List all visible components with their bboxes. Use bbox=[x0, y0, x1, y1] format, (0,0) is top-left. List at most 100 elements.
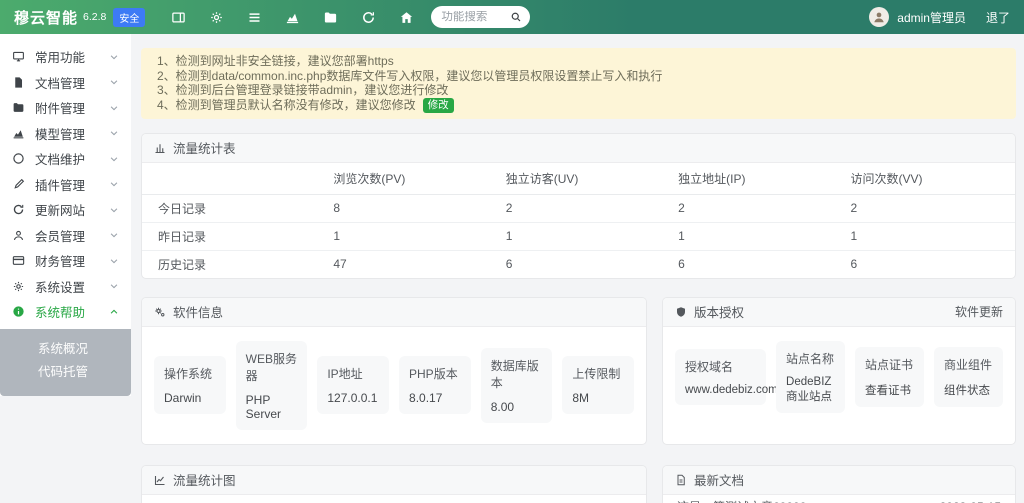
sidebar-item-label: 系统设置 bbox=[35, 277, 85, 296]
sidebar-subitem-system-overview[interactable]: 系统概况 bbox=[0, 338, 131, 362]
license-header: 版本授权 软件更新 bbox=[663, 298, 1015, 327]
info-card: WEB服务器 PHP Server bbox=[236, 341, 308, 430]
sidebar-item-plugin-management[interactable]: 插件管理 bbox=[0, 172, 131, 198]
info-card: IP地址 127.0.0.1 bbox=[317, 356, 389, 414]
fix-button[interactable]: 修改 bbox=[423, 98, 454, 113]
gears-icon bbox=[154, 306, 166, 318]
sidebar-item-member-management[interactable]: 会员管理 bbox=[0, 223, 131, 249]
card-value: Darwin bbox=[164, 391, 216, 405]
function-search bbox=[431, 6, 530, 28]
cell-value: 8 bbox=[325, 194, 497, 222]
card-label: 操作系统 bbox=[164, 365, 216, 382]
card-label: 授权域名 bbox=[685, 358, 756, 375]
sidebar-item-attachment-management[interactable]: 附件管理 bbox=[0, 95, 131, 121]
logout-button[interactable]: 退了 bbox=[986, 9, 1010, 26]
sidebar-item-label: 插件管理 bbox=[35, 175, 85, 194]
cell-value: 6 bbox=[843, 250, 1015, 278]
latest-docs-panel: 最新文档 这是一篇测试文章60000 2023-05-15 这是一篇测试文章59… bbox=[662, 465, 1016, 503]
refresh-icon[interactable] bbox=[361, 10, 376, 25]
traffic-chart-body: 2520 bbox=[142, 495, 646, 503]
col-pv: 浏览次数(PV) bbox=[325, 163, 497, 195]
row-label: 今日记录 bbox=[142, 194, 325, 222]
sidebar-item-label: 文档维护 bbox=[35, 149, 85, 168]
sidebar-item-update-site[interactable]: 更新网站 bbox=[0, 197, 131, 223]
user-icon bbox=[12, 229, 25, 242]
chevron-down-icon bbox=[109, 179, 119, 189]
license-card: 授权域名 www.dedebiz.com bbox=[675, 349, 766, 405]
sidebar-item-system-settings[interactable]: 系统设置 bbox=[0, 274, 131, 300]
panel-title: 版本授权 bbox=[694, 302, 744, 321]
doc-title-link[interactable]: 这是一篇测试文章60000 bbox=[677, 498, 806, 503]
settings-icon[interactable] bbox=[209, 10, 224, 25]
card-value: PHP Server bbox=[246, 393, 298, 421]
sidebar-item-label: 模型管理 bbox=[35, 124, 85, 143]
latest-docs-list: 这是一篇测试文章60000 2023-05-15 这是一篇测试文章59999 2… bbox=[663, 495, 1015, 503]
credit-card-icon bbox=[12, 254, 25, 267]
shield-icon bbox=[675, 306, 687, 318]
sidebar-item-common-functions[interactable]: 常用功能 bbox=[0, 44, 131, 70]
software-update-link[interactable]: 软件更新 bbox=[955, 303, 1003, 320]
username-label[interactable]: admin管理员 bbox=[897, 9, 966, 26]
card-label: WEB服务器 bbox=[246, 350, 298, 384]
system-help-submenu: 系统概况 代码托管 bbox=[0, 329, 131, 396]
search-icon[interactable] bbox=[510, 11, 522, 23]
panel-toggle-icon[interactable] bbox=[171, 10, 186, 25]
card-label: 数据库版本 bbox=[491, 357, 543, 391]
software-info-panel: 软件信息 操作系统 Darwin WEB服务器 PHP Server IP地址 … bbox=[141, 297, 647, 445]
chevron-down-icon bbox=[109, 52, 119, 62]
sidebar-item-document-maintenance[interactable]: 文档维护 bbox=[0, 146, 131, 172]
cell-value: 6 bbox=[670, 250, 842, 278]
sidebar-item-label: 文档管理 bbox=[35, 73, 85, 92]
col-ip: 独立地址(IP) bbox=[670, 163, 842, 195]
view-certificate-link[interactable]: 查看证书 bbox=[865, 382, 914, 398]
chevron-down-icon bbox=[109, 154, 119, 164]
brush-icon bbox=[12, 178, 25, 191]
topbar-icons bbox=[171, 10, 414, 25]
license-card: 站点证书 查看证书 bbox=[855, 347, 924, 407]
menu-list-icon[interactable] bbox=[247, 10, 262, 25]
cell-value: 1 bbox=[670, 222, 842, 250]
latest-docs-header: 最新文档 bbox=[663, 466, 1015, 495]
chevron-down-icon bbox=[109, 230, 119, 240]
card-label: 站点名称 bbox=[786, 350, 835, 367]
avatar[interactable] bbox=[869, 7, 889, 27]
sidebar-subitem-code-hosting[interactable]: 代码托管 bbox=[0, 361, 131, 385]
license-card: 商业组件 组件状态 bbox=[934, 347, 1003, 407]
main-content: 1、检测到网址非安全链接，建议您部署https 2、检测到data/common… bbox=[131, 34, 1024, 503]
row-label: 历史记录 bbox=[142, 250, 325, 278]
traffic-chart-svg: 2520 bbox=[142, 495, 646, 503]
software-info-header: 软件信息 bbox=[142, 298, 646, 327]
sidebar-item-document-management[interactable]: 文档管理 bbox=[0, 70, 131, 96]
chevron-down-icon bbox=[109, 256, 119, 266]
monitor-icon bbox=[12, 50, 25, 63]
chevron-up-icon bbox=[109, 307, 119, 317]
search-input[interactable] bbox=[441, 11, 505, 23]
card-value: 8.00 bbox=[491, 400, 543, 414]
chevron-down-icon bbox=[109, 205, 119, 215]
software-info-cards: 操作系统 Darwin WEB服务器 PHP Server IP地址 127.0… bbox=[142, 327, 646, 444]
sidebar-item-label: 财务管理 bbox=[35, 251, 85, 270]
table-row: 历史记录 47 6 6 6 bbox=[142, 250, 1015, 278]
card-value: DedeBIZ商业站点 bbox=[786, 376, 835, 404]
chart-area-icon[interactable] bbox=[285, 10, 300, 25]
card-value: 8.0.17 bbox=[409, 391, 461, 405]
panel-title: 流量统计表 bbox=[173, 138, 236, 157]
home-icon[interactable] bbox=[399, 10, 414, 25]
col-vv: 访问次数(VV) bbox=[843, 163, 1015, 195]
sidebar-item-label: 常用功能 bbox=[35, 47, 85, 66]
document-icon bbox=[12, 76, 25, 89]
alert-line: 1、检测到网址非安全链接，建议您部署https bbox=[157, 54, 1000, 69]
info-card: PHP版本 8.0.17 bbox=[399, 356, 471, 414]
traffic-stats-panel: 流量统计表 浏览次数(PV) 独立访客(UV) 独立地址(IP) 访问次数(VV… bbox=[141, 133, 1016, 279]
security-badge: 安全 bbox=[113, 8, 145, 27]
sidebar: 常用功能 文档管理 附件管理 模型管理 文档维护 插件管理 bbox=[0, 34, 131, 396]
sidebar-item-finance-management[interactable]: 财务管理 bbox=[0, 248, 131, 274]
card-label: 站点证书 bbox=[865, 356, 914, 373]
topbar-user-area: admin管理员 退了 bbox=[869, 7, 1010, 27]
cell-value: 2 bbox=[670, 194, 842, 222]
component-status-link[interactable]: 组件状态 bbox=[944, 382, 993, 398]
folder-icon[interactable] bbox=[323, 10, 338, 25]
sidebar-item-model-management[interactable]: 模型管理 bbox=[0, 121, 131, 147]
sidebar-item-system-help[interactable]: 系统帮助 bbox=[0, 299, 131, 325]
chevron-down-icon bbox=[109, 281, 119, 291]
